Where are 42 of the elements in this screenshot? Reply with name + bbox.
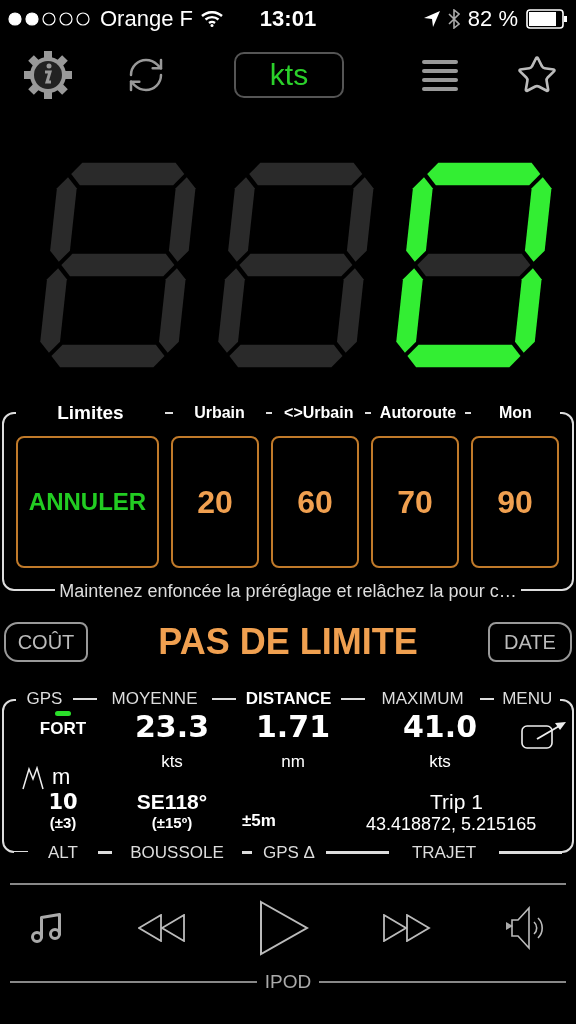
preset-button[interactable]: 70 bbox=[371, 436, 459, 568]
compass-error: (±15º) bbox=[151, 814, 193, 831]
signal-strength-icon bbox=[8, 12, 92, 26]
trip-name: Trip 1 bbox=[430, 790, 483, 814]
altitude-unit: m bbox=[52, 764, 71, 790]
menu-icon[interactable] bbox=[422, 58, 458, 92]
clock-time: 13:01 bbox=[259, 6, 317, 32]
date-button[interactable]: DATE bbox=[488, 622, 572, 662]
gps-signal-indicator bbox=[55, 711, 71, 716]
gps-error: ±5m bbox=[242, 811, 276, 831]
maximum-value: 41.0 bbox=[403, 709, 477, 744]
cancel-button[interactable]: ANNULER bbox=[16, 436, 159, 568]
cost-button[interactable]: COÛT bbox=[4, 622, 88, 662]
preset-button[interactable]: 90 bbox=[471, 436, 559, 568]
bluetooth-icon bbox=[447, 9, 460, 29]
average-unit: kts bbox=[161, 752, 183, 772]
compass-heading: SE118° bbox=[136, 790, 208, 814]
mountain-icon bbox=[22, 766, 44, 790]
music-note-icon[interactable] bbox=[28, 910, 64, 946]
wifi-icon bbox=[200, 11, 223, 27]
altitude-error: (±3) bbox=[49, 814, 77, 831]
distance-unit: nm bbox=[281, 752, 305, 772]
trip-coordinates: 43.418872, 5.215165 bbox=[366, 814, 537, 835]
preset-button[interactable]: 20 bbox=[171, 436, 259, 568]
preset-button[interactable]: 60 bbox=[271, 436, 359, 568]
battery-percentage: 82 % bbox=[467, 6, 518, 32]
carrier-name: Orange F bbox=[100, 6, 193, 32]
rewind-icon[interactable] bbox=[137, 914, 186, 942]
maximum-unit: kts bbox=[429, 752, 451, 772]
distance-value: 1.71 bbox=[256, 709, 330, 744]
altitude-value: 10 bbox=[48, 790, 78, 814]
unit-button[interactable]: kts bbox=[234, 52, 344, 98]
hint-text: Maintenez enfoncée la préréglage et relâchez la pour c… bbox=[55, 581, 521, 602]
average-value: 23.3 bbox=[135, 709, 209, 744]
share-menu-icon[interactable] bbox=[521, 719, 567, 749]
location-arrow-icon bbox=[423, 11, 440, 27]
limit-status: PAS DE LIMITE bbox=[158, 621, 418, 663]
fast-forward-icon[interactable] bbox=[382, 914, 431, 942]
gps-signal-text: FORT bbox=[39, 719, 87, 739]
play-icon[interactable] bbox=[259, 900, 309, 956]
player-label: IPOD bbox=[264, 971, 312, 993]
battery-icon bbox=[526, 9, 568, 29]
